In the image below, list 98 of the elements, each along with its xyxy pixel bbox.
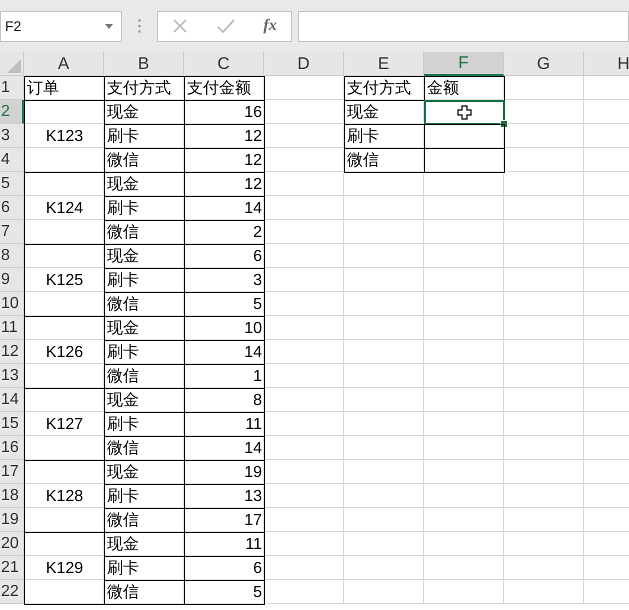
table-cell: 金额 [424, 76, 505, 101]
table-cell: 3 [184, 268, 265, 293]
table-cell: 8 [184, 388, 265, 413]
table-cell: 12 [184, 148, 265, 173]
row-header[interactable]: 6 [0, 196, 24, 220]
table-cell: 17 [184, 508, 265, 533]
formula-input-field[interactable] [298, 10, 629, 42]
table-cell: 微信 [104, 292, 185, 317]
table-cell: 16 [184, 100, 265, 125]
insert-function-button[interactable]: fx [263, 17, 277, 35]
table-cell: 刷卡 [104, 196, 185, 221]
table-cell: 现金 [344, 100, 425, 125]
table-cell: 19 [184, 460, 265, 485]
column-header[interactable]: H [584, 52, 629, 76]
row-header[interactable]: 2 [0, 100, 24, 124]
name-box[interactable]: F2 [0, 10, 122, 42]
table-cell[interactable] [424, 124, 505, 149]
table-cell: 14 [184, 196, 265, 221]
table-cell: 刷卡 [104, 556, 185, 581]
row-header[interactable]: 11 [0, 316, 24, 340]
drag-handle-icon [138, 19, 141, 33]
table-cell: 14 [184, 340, 265, 365]
table-cell: K128 [24, 460, 105, 533]
column-header[interactable]: F [424, 52, 504, 76]
table-cell: K124 [24, 172, 105, 245]
table-cell: 11 [184, 532, 265, 557]
table-cell: 12 [184, 124, 265, 149]
table-cell: 6 [184, 244, 265, 269]
table-cell: 现金 [104, 532, 185, 557]
row-header[interactable]: 21 [0, 556, 24, 580]
row-header[interactable]: 3 [0, 124, 24, 148]
table-cell: 13 [184, 484, 265, 509]
check-icon[interactable] [216, 18, 235, 34]
column-header[interactable]: G [504, 52, 584, 76]
name-box-value: F2 [5, 18, 22, 34]
table-cell: 刷卡 [104, 340, 185, 365]
table-cell: 订单 [24, 76, 105, 101]
table-cell: 刷卡 [104, 484, 185, 509]
row-header[interactable]: 1 [0, 76, 24, 100]
row-header[interactable]: 4 [0, 148, 24, 172]
table-cell: K126 [24, 316, 105, 389]
row-header[interactable]: 20 [0, 532, 24, 556]
table-cell: 微信 [104, 364, 185, 389]
column-header[interactable]: C [184, 52, 264, 76]
table-cell: 现金 [104, 388, 185, 413]
row-header[interactable]: 18 [0, 484, 24, 508]
table-cell: 支付金额 [184, 76, 265, 101]
table-cell: 14 [184, 436, 265, 461]
table-cell[interactable] [424, 100, 505, 125]
table-cell: 6 [184, 556, 265, 581]
table-cell: 微信 [344, 148, 425, 173]
row-header[interactable]: 7 [0, 220, 24, 244]
row-header[interactable]: 13 [0, 364, 24, 388]
table-cell: 10 [184, 316, 265, 341]
table-cell: 现金 [104, 316, 185, 341]
table-cell: 刷卡 [104, 124, 185, 149]
table-cell: 现金 [104, 244, 185, 269]
table-cell: K129 [24, 532, 105, 605]
row-header[interactable]: 22 [0, 580, 24, 604]
row-header[interactable]: 16 [0, 436, 24, 460]
table-cell: 支付方式 [344, 76, 425, 101]
row-header[interactable]: 14 [0, 388, 24, 412]
table-cell: 微信 [104, 580, 185, 605]
table-cell: 刷卡 [344, 124, 425, 149]
table-cell: 12 [184, 172, 265, 197]
table-cell: 现金 [104, 100, 185, 125]
dropdown-caret-icon[interactable] [105, 24, 113, 28]
table-cell: 刷卡 [104, 268, 185, 293]
table-cell: 1 [184, 364, 265, 389]
table-cell: 5 [184, 580, 265, 605]
table-cell: 微信 [104, 220, 185, 245]
table-cell: 现金 [104, 460, 185, 485]
table-cell: 现金 [104, 172, 185, 197]
row-header[interactable]: 5 [0, 172, 24, 196]
column-header[interactable]: E [344, 52, 424, 76]
row-header[interactable]: 12 [0, 340, 24, 364]
table-cell: 刷卡 [104, 412, 185, 437]
table-cell: 5 [184, 292, 265, 317]
table-cell: 微信 [104, 148, 185, 173]
column-header[interactable]: D [264, 52, 344, 76]
table-cell: 支付方式 [104, 76, 185, 101]
table-cell: 微信 [104, 508, 185, 533]
table-cell: 2 [184, 220, 265, 245]
cross-cursor-icon [457, 105, 472, 120]
table-cell: 微信 [104, 436, 185, 461]
table-cell[interactable] [424, 148, 505, 173]
table-cell: K125 [24, 244, 105, 317]
table-cell: K127 [24, 388, 105, 461]
table-cell: 11 [184, 412, 265, 437]
row-header[interactable]: 9 [0, 268, 24, 292]
column-header[interactable]: B [104, 52, 184, 76]
row-header[interactable]: 10 [0, 292, 24, 316]
row-header[interactable]: 19 [0, 508, 24, 532]
column-header[interactable]: A [24, 52, 104, 76]
row-header[interactable]: 15 [0, 412, 24, 436]
row-header[interactable]: 8 [0, 244, 24, 268]
table-cell: K123 [24, 100, 105, 173]
row-header[interactable]: 17 [0, 460, 24, 484]
